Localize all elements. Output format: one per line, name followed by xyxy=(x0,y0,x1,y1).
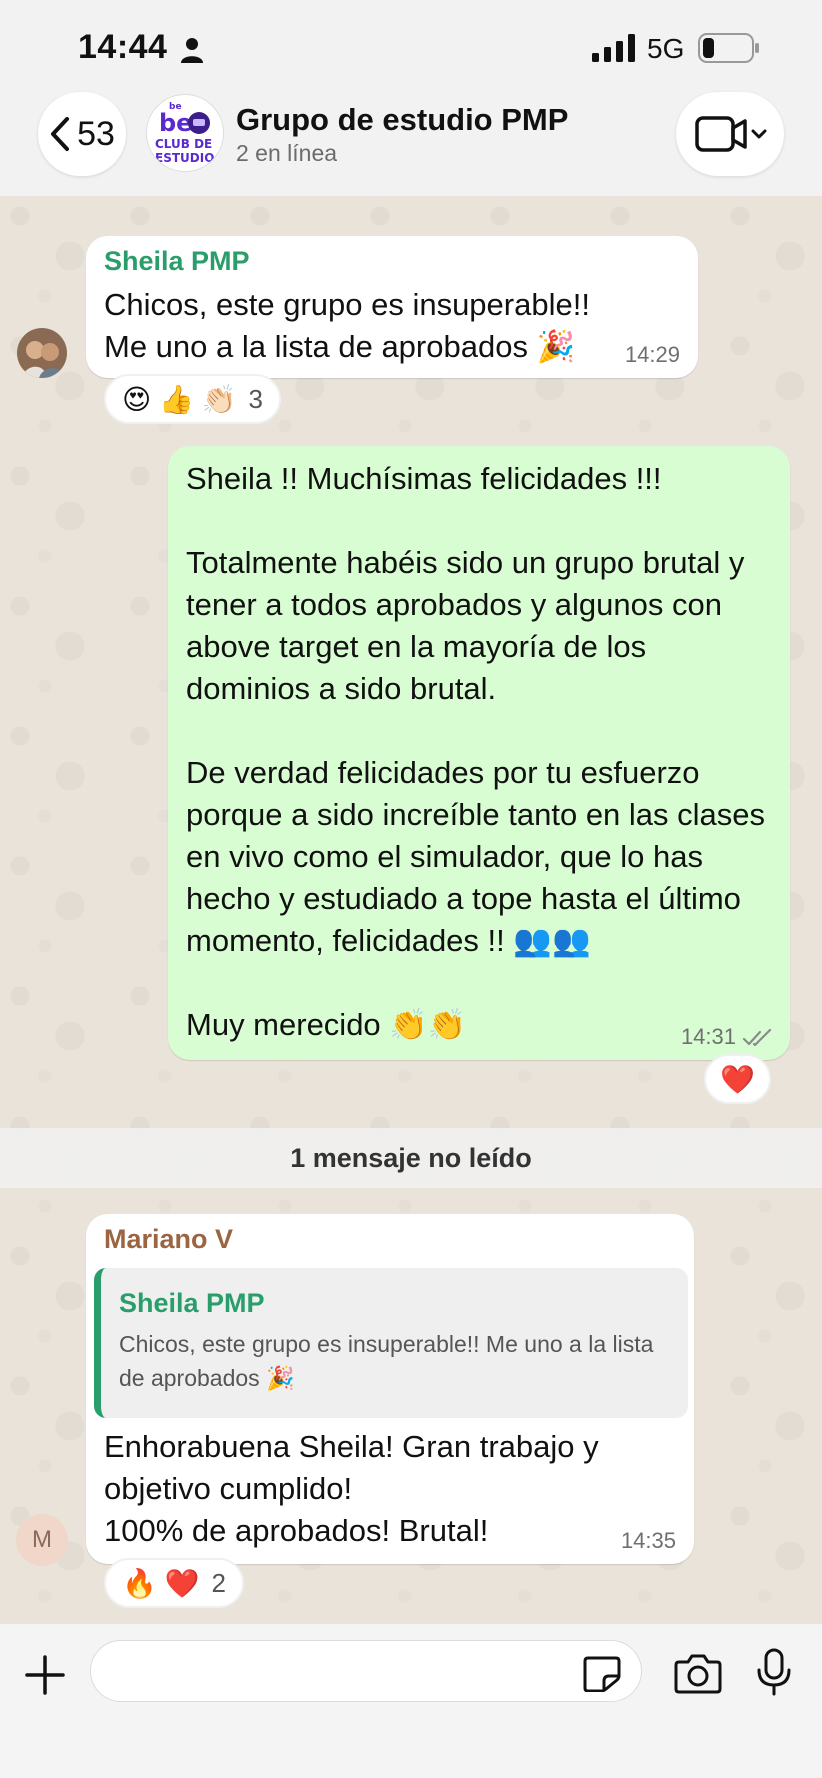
quoted-text: Chicos, este grupo es insuperable!! Me u… xyxy=(119,1331,654,1391)
sender-name[interactable]: Mariano V xyxy=(104,1224,233,1255)
message-time: 14:35 xyxy=(620,1528,676,1553)
reaction-emojis: 😍 👍 👏🏻 xyxy=(122,383,237,415)
mariano-avatar[interactable]: M xyxy=(16,1514,68,1566)
status-bar: 14:44 5G xyxy=(0,0,822,90)
signal-icon xyxy=(592,34,635,62)
avatar-text-line2: ESTUDIO xyxy=(155,151,214,165)
camera-icon[interactable] xyxy=(674,1652,722,1694)
message-reaction[interactable]: ❤️ xyxy=(704,1054,771,1104)
message-text: Sheila !! Muchísimas felicidades !!! Tot… xyxy=(186,461,766,1042)
message-bubble-outgoing[interactable]: Sheila !! Muchísimas felicidades !!! Tot… xyxy=(168,446,790,1060)
message-reactions[interactable]: 😍 👍 👏🏻 3 xyxy=(104,374,281,424)
message-input[interactable] xyxy=(90,1640,642,1702)
message-time: 14:29 xyxy=(624,342,680,367)
chat-title[interactable]: Grupo de estudio PMP xyxy=(236,102,568,138)
plus-icon[interactable] xyxy=(24,1654,66,1696)
avatar-text-line1: CLUB DE xyxy=(155,137,212,151)
input-bar xyxy=(0,1624,822,1778)
sender-name[interactable]: Sheila PMP xyxy=(104,246,250,277)
message-time: 14:31 xyxy=(680,1024,736,1049)
message-reactions[interactable]: 🔥 ❤️ 2 xyxy=(104,1558,244,1608)
microphone-icon[interactable] xyxy=(754,1648,794,1696)
battery-icon xyxy=(698,33,759,63)
chevron-left-icon xyxy=(51,117,70,151)
person-icon xyxy=(181,38,203,63)
video-call-button[interactable] xyxy=(676,92,784,176)
status-time: 14:44 xyxy=(78,28,168,66)
avatar-letter: M xyxy=(32,1526,52,1553)
double-check-icon xyxy=(742,1028,772,1047)
club-logo-icon: be be CLUB DE ESTUDIO xyxy=(155,102,214,165)
reaction-count: 2 xyxy=(211,1567,226,1598)
network-label: 5G xyxy=(647,33,685,64)
unread-divider: 1 mensaje no leído xyxy=(0,1128,822,1188)
svg-text:be: be xyxy=(159,109,192,137)
unread-chats-count: 53 xyxy=(77,114,115,153)
quoted-message[interactable]: Sheila PMP Chicos, este grupo es insuper… xyxy=(94,1268,688,1418)
message-bubble-incoming[interactable]: Sheila PMP Chicos, este grupo es insuper… xyxy=(86,236,698,378)
sheila-avatar[interactable] xyxy=(17,328,67,378)
reaction-count: 3 xyxy=(248,383,263,414)
chat-header: 53 be be CLUB DE ESTUDIO Grupo de estudi… xyxy=(0,90,822,196)
sticker-icon[interactable] xyxy=(582,1654,622,1692)
message-bubble-incoming[interactable]: Mariano V Sheila PMP Chicos, este grupo … xyxy=(86,1214,694,1564)
video-camera-icon xyxy=(695,116,767,152)
back-button[interactable]: 53 xyxy=(38,92,126,176)
group-avatar[interactable]: be be CLUB DE ESTUDIO xyxy=(146,94,224,172)
reaction-heart: ❤️ xyxy=(720,1063,755,1095)
chat-subtitle: 2 en línea xyxy=(236,140,338,166)
reaction-emojis: 🔥 ❤️ xyxy=(122,1567,200,1599)
message-text: Chicos, este grupo es insuperable!! Me u… xyxy=(104,287,599,364)
message-text: Enhorabuena Sheila! Gran trabajo y objet… xyxy=(104,1429,599,1548)
quoted-sender-name: Sheila PMP xyxy=(119,1288,265,1318)
